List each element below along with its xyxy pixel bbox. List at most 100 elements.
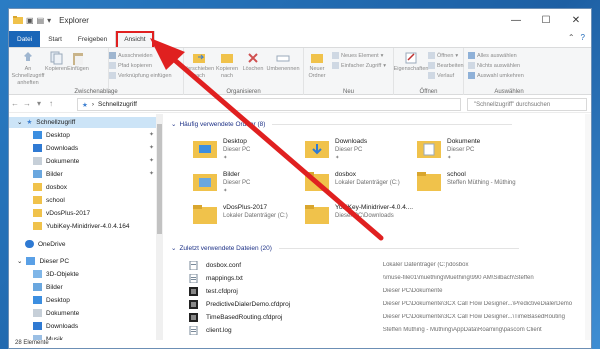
- paste-shortcut-button[interactable]: Verknüpfung einfügen: [109, 72, 172, 79]
- search-input[interactable]: "Schnellzugriff" durchsuchen: [467, 98, 587, 111]
- recent-file-row[interactable]: mappings.txt \\muse-file01\muething\Muet…: [189, 272, 584, 284]
- downloads-folder-icon: [305, 141, 329, 158]
- documents-icon: [33, 309, 42, 317]
- folder-tile-downloads[interactable]: Downloads Dieser PC ✦: [305, 136, 425, 164]
- cfd-project-icon: [189, 286, 198, 296]
- nav-item-dosbox[interactable]: dosbox: [33, 183, 67, 191]
- pin-icon: ✦: [223, 155, 228, 161]
- open-button[interactable]: Öffnen ▾: [428, 52, 458, 59]
- folder-icon: [305, 205, 329, 224]
- select-all-button[interactable]: Alles auswählen: [468, 52, 517, 59]
- recent-file-row[interactable]: test.cfdproj Dieser PC\Dokumente: [189, 285, 584, 297]
- new-folder-qat-icon[interactable]: ▤: [37, 16, 45, 25]
- nav-quick-access[interactable]: ⌄ ★ Schnellzugriff: [17, 118, 75, 127]
- copy-folder-icon: [221, 54, 233, 63]
- navigation-pane: ⌄ ★ Schnellzugriff Desktop ✦ Downloads ✦…: [9, 114, 163, 343]
- desktop-folder-icon: [193, 141, 217, 158]
- computer-icon: [26, 257, 36, 265]
- recent-files-header[interactable]: ⌄ Zuletzt verwendete Dateien (20): [171, 244, 519, 252]
- group-select: Alles auswählen Nichts auswählen Auswahl…: [464, 48, 554, 96]
- recent-file-row[interactable]: TimeBasedRouting.cfdproj Dieser PC\Dokum…: [189, 311, 584, 323]
- maximize-button[interactable]: ☐: [531, 9, 561, 31]
- nav-scrollbar[interactable]: [156, 114, 163, 340]
- recent-file-row[interactable]: dosbox.conf Lokaler Datenträger (C:)\dos…: [189, 259, 584, 271]
- delete-button[interactable]: Löschen: [242, 51, 264, 73]
- move-to-button[interactable]: Verschieben nach: [184, 51, 214, 80]
- desktop-icon: [33, 296, 42, 304]
- minimize-button[interactable]: —: [501, 9, 531, 31]
- copy-to-button[interactable]: Kopieren nach: [214, 51, 240, 80]
- new-item-button[interactable]: Neues Element ▾: [332, 52, 383, 59]
- nav-item-school[interactable]: school: [33, 196, 65, 204]
- chevron-right-icon: ›: [91, 101, 94, 108]
- tab-file[interactable]: Datei: [9, 31, 41, 47]
- history-button[interactable]: Verlauf: [428, 72, 454, 79]
- folder-tile-yubikey[interactable]: YubiKey-Minidriver-4.0.4.... Dieser PC\D…: [305, 202, 425, 230]
- pin-quick-access-button[interactable]: An Schnellzugriff anheften: [11, 51, 45, 87]
- nav-item-documents[interactable]: Dokumente: [33, 157, 79, 165]
- copy-icon: [50, 51, 63, 65]
- content-scrollbar[interactable]: [585, 114, 591, 340]
- copy-path-button[interactable]: Pfad kopieren: [109, 62, 152, 69]
- folder-tile-pictures[interactable]: Bilder Dieser PC ✦: [193, 169, 313, 197]
- qat-dropdown-icon[interactable]: ▾: [47, 16, 51, 25]
- easy-access-button[interactable]: Einfacher Zugriff ▾: [332, 62, 386, 69]
- edit-button[interactable]: Bearbeiten: [428, 62, 464, 69]
- nav-pc-pictures[interactable]: Bilder: [33, 283, 63, 291]
- folder-tile-school[interactable]: school Steffen Müthing - Müthing: [417, 169, 537, 197]
- recent-locations-icon[interactable]: ▾: [33, 99, 45, 108]
- help-icon[interactable]: ?: [581, 33, 585, 42]
- forward-icon[interactable]: →: [21, 99, 33, 108]
- cfd-project-icon: [189, 312, 198, 322]
- title-bar: ▣ ▤ ▾ Explorer — ☐ ✕: [9, 9, 591, 31]
- folder-tile-documents[interactable]: Dokumente Dieser PC ✦: [417, 136, 537, 164]
- nav-pc-3d-objects[interactable]: 3D-Objekte: [33, 270, 79, 278]
- chevron-down-icon: ⌄: [17, 258, 23, 265]
- status-bar: 28 Elemente: [9, 340, 591, 348]
- nav-item-vdosplus[interactable]: vDosPlus-2017: [33, 209, 90, 217]
- tab-start[interactable]: Start: [40, 31, 70, 47]
- documents-icon: [33, 157, 42, 165]
- rename-button[interactable]: Umbenennen: [266, 51, 300, 73]
- nav-scrollbar-thumb[interactable]: [157, 124, 162, 234]
- select-none-button[interactable]: Nichts auswählen: [468, 62, 520, 69]
- copy-button[interactable]: Kopieren: [45, 51, 67, 73]
- new-folder-button[interactable]: Neuer Ordner: [306, 51, 328, 80]
- properties-qat-icon[interactable]: ▣: [26, 16, 34, 25]
- cut-button[interactable]: Ausschneiden: [109, 52, 153, 59]
- nav-item-yubikey[interactable]: YubiKey-Minidriver-4.0.4.164: [33, 222, 129, 230]
- recent-file-row[interactable]: client.log Steffen Müthing - Müthing\App…: [189, 324, 584, 336]
- chevron-down-icon: ▾: [455, 52, 459, 59]
- search-placeholder: "Schnellzugriff" durchsuchen: [474, 101, 551, 108]
- folder-icon: [33, 183, 42, 191]
- frequent-folders-header[interactable]: ⌄ Häufig verwendete Ordner (8): [171, 120, 513, 128]
- recent-file-row[interactable]: PredictiveDialerDemo.cfdproj Dieser PC\D…: [189, 298, 584, 310]
- invert-selection-button[interactable]: Auswahl umkehren: [468, 72, 524, 79]
- up-icon[interactable]: ↑: [45, 99, 57, 108]
- address-path: Schnellzugriff: [98, 101, 137, 108]
- nav-item-downloads[interactable]: Downloads: [33, 144, 78, 152]
- chevron-up-icon[interactable]: ⌃: [568, 33, 575, 42]
- nav-pc-documents[interactable]: Dokumente: [33, 309, 79, 317]
- folder-tile-dosbox[interactable]: dosbox Lokaler Datenträger (C:): [305, 169, 425, 197]
- chevron-down-icon: ⌄: [171, 245, 177, 252]
- pin-icon: ✦: [335, 155, 340, 161]
- nav-pc-desktop[interactable]: Desktop: [33, 296, 70, 304]
- nav-item-desktop[interactable]: Desktop: [33, 131, 70, 139]
- folder-tile-vdosplus[interactable]: vDosPlus-2017 Lokaler Datenträger (C:): [193, 202, 313, 230]
- select-all-icon: [468, 52, 475, 59]
- back-icon[interactable]: ←: [9, 99, 21, 108]
- nav-item-pictures[interactable]: Bilder: [33, 170, 63, 178]
- scissors-icon: [109, 52, 116, 59]
- folder-tile-desktop[interactable]: Desktop Dieser PC ✦: [193, 136, 313, 164]
- nav-onedrive[interactable]: OneDrive: [25, 240, 65, 248]
- close-button[interactable]: ✕: [561, 9, 591, 31]
- group-clipboard: An Schnellzugriff anheften Kopieren Einf…: [9, 48, 109, 96]
- address-bar[interactable]: ★ › Schnellzugriff: [77, 98, 461, 111]
- paste-button[interactable]: Einfügen: [67, 51, 89, 73]
- tab-share[interactable]: Freigeben: [70, 31, 115, 47]
- nav-pc-downloads[interactable]: Downloads: [33, 322, 78, 330]
- nav-this-pc[interactable]: ⌄ Dieser PC: [17, 257, 69, 265]
- properties-button[interactable]: Eigenschaften: [394, 51, 428, 73]
- edit-icon: [428, 62, 435, 69]
